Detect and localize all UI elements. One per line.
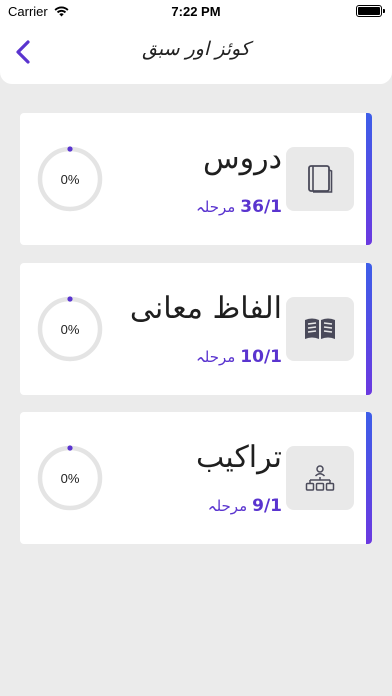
card-icon-box (286, 297, 354, 361)
card-title: دروس (203, 141, 282, 176)
stage-prefix: مرحلہ (195, 198, 236, 216)
card-title: الفاظ معانی (129, 291, 282, 326)
stage-prefix: مرحلہ (195, 348, 236, 366)
status-bar: Carrier 7:22 PM (0, 0, 392, 22)
hierarchy-icon (305, 465, 335, 491)
card-accent-stripe (366, 263, 372, 395)
open-book-icon (305, 318, 335, 339)
page-title: کوئز اور سبق (142, 38, 250, 60)
progress-percent: 0% (60, 171, 80, 187)
card-stage: مرحلہ 10/1 (196, 347, 282, 367)
card-icon-box (286, 446, 354, 510)
card-accent-stripe (366, 412, 372, 544)
card-title: تراکیب (195, 440, 282, 475)
stage-value: 36/1 (240, 197, 282, 217)
nav-bar: کوئز اور سبق (0, 22, 392, 84)
card-compositions[interactable]: تراکیب مرحلہ 9/1 0% (20, 412, 372, 544)
stage-value: 10/1 (240, 347, 282, 367)
card-lessons[interactable]: دروس مرحلہ 36/1 0% (20, 113, 372, 245)
status-time: 7:22 PM (171, 4, 221, 19)
card-icon-box (286, 147, 354, 211)
card-stage: مرحلہ 9/1 (208, 496, 282, 516)
card-accent-stripe (366, 113, 372, 245)
stage-prefix: مرحلہ (207, 497, 248, 515)
card-stage: مرحلہ 36/1 (196, 197, 282, 217)
stage-value: 9/1 (252, 496, 282, 516)
battery-icon (356, 5, 385, 17)
progress-percent: 0% (60, 321, 80, 337)
book-icon (308, 165, 333, 193)
card-word-meanings[interactable]: الفاظ معانی مرحلہ 10/1 0% (20, 263, 372, 395)
progress-percent: 0% (60, 470, 80, 486)
